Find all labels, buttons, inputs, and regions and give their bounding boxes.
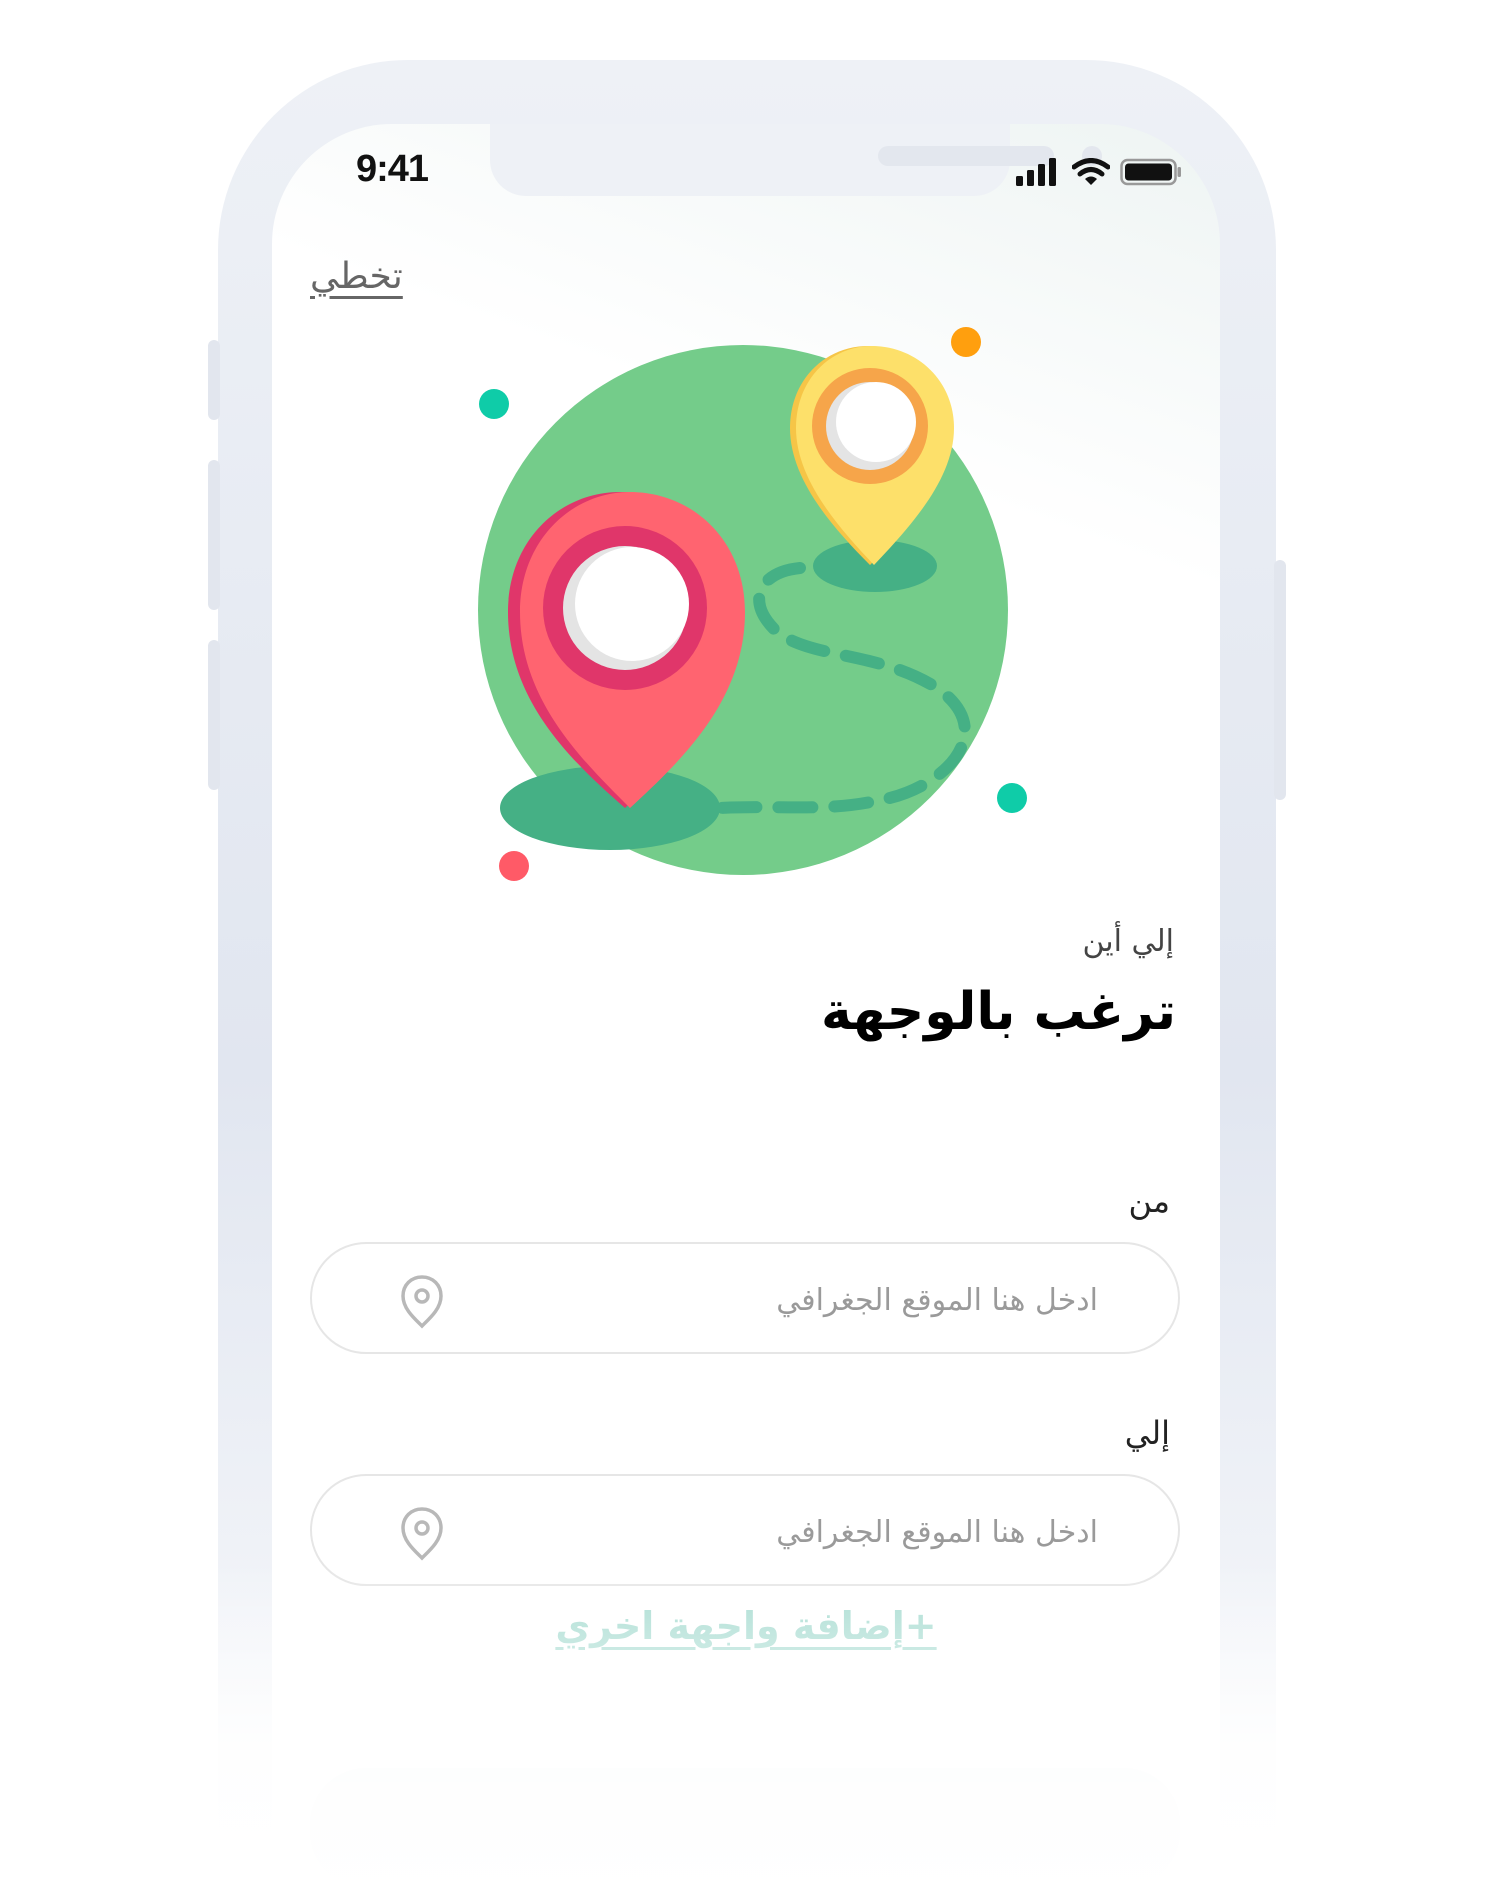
phone-side-button — [208, 340, 220, 420]
phone-power-button — [1274, 560, 1286, 800]
location-pin-icon — [401, 1507, 443, 1561]
red-dot — [499, 851, 529, 881]
bottom-action-button[interactable] — [310, 1768, 1180, 1888]
page-title: ترغب بالوجهة — [820, 982, 1176, 1042]
phone-side-button — [208, 640, 220, 790]
phone-side-button — [208, 460, 220, 610]
orange-dot — [951, 327, 981, 357]
teal-dot — [997, 783, 1027, 813]
from-location-input[interactable] — [576, 1274, 1100, 1326]
from-field-label: من — [1128, 1182, 1171, 1220]
to-location-input[interactable] — [576, 1506, 1100, 1558]
teal-dot — [479, 389, 509, 419]
add-destination-link[interactable]: +إضافة واجهة اخري — [272, 1604, 1220, 1648]
destination-illustration — [478, 327, 1027, 881]
to-field[interactable] — [310, 1474, 1180, 1586]
to-field-label: إلي — [1124, 1414, 1170, 1452]
app-screen: 9:41 تخطي إلي أين ترغب بالوجهة من ادخل ه… — [272, 124, 1220, 1900]
location-pin-icon — [401, 1275, 443, 1329]
from-field[interactable] — [310, 1242, 1180, 1354]
prompt-question: إلي أين — [1082, 924, 1174, 959]
